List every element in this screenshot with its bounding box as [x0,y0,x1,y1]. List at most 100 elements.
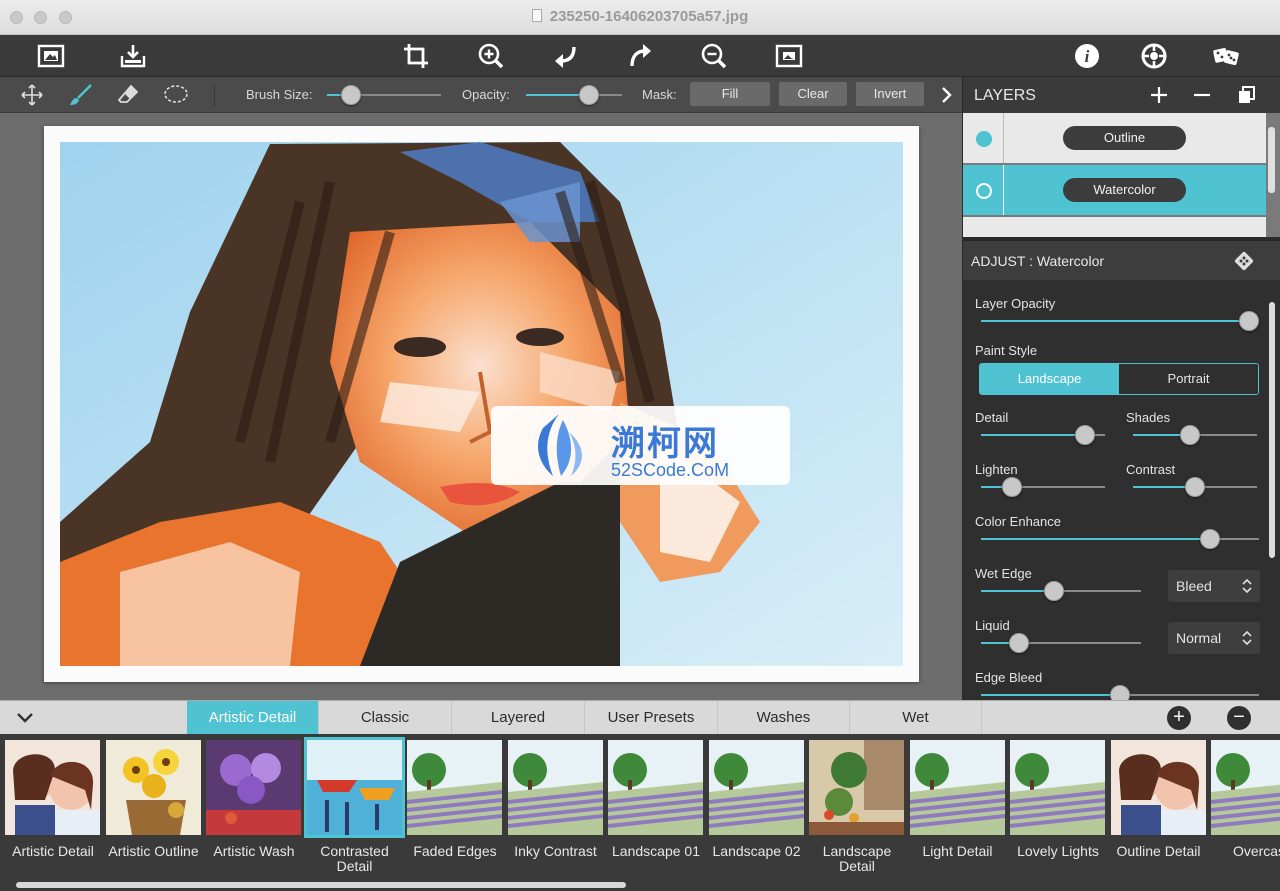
layer-row-outline[interactable]: Outline [963,113,1266,163]
shades-slider[interactable] [1133,425,1257,445]
slider-knob[interactable] [1110,685,1130,700]
tab-user-presets[interactable]: User Presets [585,701,718,735]
detail-slider[interactable] [981,425,1105,445]
crop-icon[interactable] [399,39,433,73]
tab-classic[interactable]: Classic [319,701,452,735]
slider-knob[interactable] [341,85,361,105]
randomize-adjust-icon[interactable] [1233,250,1255,272]
watercolor-image[interactable] [60,142,903,666]
color-enhance-slider[interactable] [981,529,1259,549]
preset-thumbnail[interactable] [206,740,301,835]
redo-icon[interactable] [623,39,657,73]
paint-style-segmented: Landscape Portrait [979,363,1259,395]
slider-knob[interactable] [1200,529,1220,549]
tab-layered[interactable]: Layered [452,701,585,735]
adjust-scrollbar[interactable] [1269,302,1275,558]
layer-opacity-label: Layer Opacity [975,296,1056,311]
tab-washes[interactable]: Washes [718,701,850,735]
liquid-mode-select[interactable]: Normal [1168,622,1260,654]
zoom-in-icon[interactable] [474,39,508,73]
slider-knob[interactable] [1185,477,1205,497]
slider-knob[interactable] [1180,425,1200,445]
chevron-right-icon[interactable] [938,84,956,106]
lighten-label: Lighten [975,462,1018,477]
preset-thumbnail[interactable] [608,740,703,835]
preset-label: Landscape 02 [712,843,801,859]
preset-label: Faded Edges [413,843,497,859]
undo-icon[interactable] [549,39,583,73]
lighten-slider[interactable] [981,477,1105,497]
save-icon[interactable] [116,39,150,73]
slider-knob[interactable] [1009,633,1029,653]
layers-list: Outline Watercolor [963,113,1280,237]
tab-artistic-detail[interactable]: Artistic Detail [187,701,319,735]
layer-opacity-slider[interactable] [981,311,1259,331]
brush-size-slider[interactable] [327,85,441,105]
liquid-label: Liquid [975,618,1010,633]
randomize-icon[interactable] [1209,39,1243,73]
add-preset-button[interactable]: + [1167,706,1191,730]
eraser-tool-icon[interactable] [114,82,142,108]
chevron-down-icon[interactable] [14,708,36,728]
info-icon[interactable]: i [1070,39,1104,73]
preset-label: Overcas [1232,843,1280,859]
remove-layer-icon[interactable] [1192,85,1212,105]
move-tool-icon[interactable] [18,82,46,108]
slider-knob[interactable] [1075,425,1095,445]
preset-thumbnail[interactable] [1010,740,1105,835]
preset-thumbnail[interactable] [809,740,904,835]
layer-row-watercolor[interactable]: Watercolor [963,165,1266,215]
preset-thumbnail[interactable] [909,740,1005,835]
main-toolbar: i [0,35,1280,77]
contrast-slider[interactable] [1133,477,1257,497]
add-layer-icon[interactable] [1149,85,1169,105]
layers-scrollbar[interactable] [1268,127,1275,193]
mask-invert-button[interactable]: Invert [856,82,924,106]
duplicate-layer-icon[interactable] [1236,85,1256,105]
brush-options-bar: Brush Size: Opacity: Mask: Fill Clear In… [0,77,962,113]
window-title: 235250-16406203705a57.jpg [0,8,1280,25]
preset-scrollbar[interactable] [16,882,626,888]
preset-label: Contrasted Detail [320,843,389,874]
mask-clear-button[interactable]: Clear [779,82,847,106]
preset-thumbnail[interactable] [1211,740,1280,835]
mask-fill-button[interactable]: Fill [690,82,770,106]
brush-tool-icon[interactable] [66,82,94,108]
tab-wet[interactable]: Wet [850,701,982,735]
preset-tabs-bar: Artistic Detail Classic Layered User Pre… [0,700,1280,735]
opacity-slider[interactable] [526,85,622,105]
preset-thumbnail[interactable] [507,740,603,835]
slider-knob[interactable] [1239,311,1259,331]
slider-knob[interactable] [1002,477,1022,497]
preset-thumbnail[interactable] [105,740,201,835]
paint-style-portrait-button[interactable]: Portrait [1119,364,1258,394]
edge-bleed-slider[interactable] [981,685,1259,700]
zoom-out-icon[interactable] [697,39,731,73]
preset-thumbnail[interactable] [5,740,100,835]
wet-edge-slider[interactable] [981,581,1141,601]
slider-fill [981,694,1120,696]
lasso-tool-icon[interactable] [162,82,190,108]
preset-thumbnail[interactable] [303,737,405,838]
preset-thumbnail[interactable] [708,740,804,835]
slider-knob[interactable] [579,85,599,105]
wet-edge-mode-select[interactable]: Bleed [1168,570,1260,602]
adjust-panel: Layer Opacity Paint Style Landscape Port… [963,280,1280,700]
preset-strip: Artistic Detail Artistic Outline Artistic … [0,734,1280,891]
open-image-icon[interactable] [34,39,68,73]
fit-image-icon[interactable] [772,39,806,73]
select-arrows-icon [1242,630,1252,646]
contrast-label: Contrast [1126,462,1176,477]
watermark-subtitle: 52SCode.CoM [611,460,730,480]
layer-visibility-dot[interactable] [976,131,992,147]
liquid-slider[interactable] [981,633,1141,653]
adjust-title: ADJUST : Watercolor [971,253,1105,269]
remove-preset-button[interactable]: − [1227,706,1251,730]
settings-icon[interactable] [1137,39,1171,73]
paint-style-landscape-button[interactable]: Landscape [980,364,1119,394]
preset-thumbnail[interactable] [1110,740,1206,835]
watermark-title: 溯柯网 [611,425,719,463]
preset-thumbnail[interactable] [407,740,502,835]
slider-knob[interactable] [1044,581,1064,601]
layer-visibility-dot[interactable] [976,183,992,199]
